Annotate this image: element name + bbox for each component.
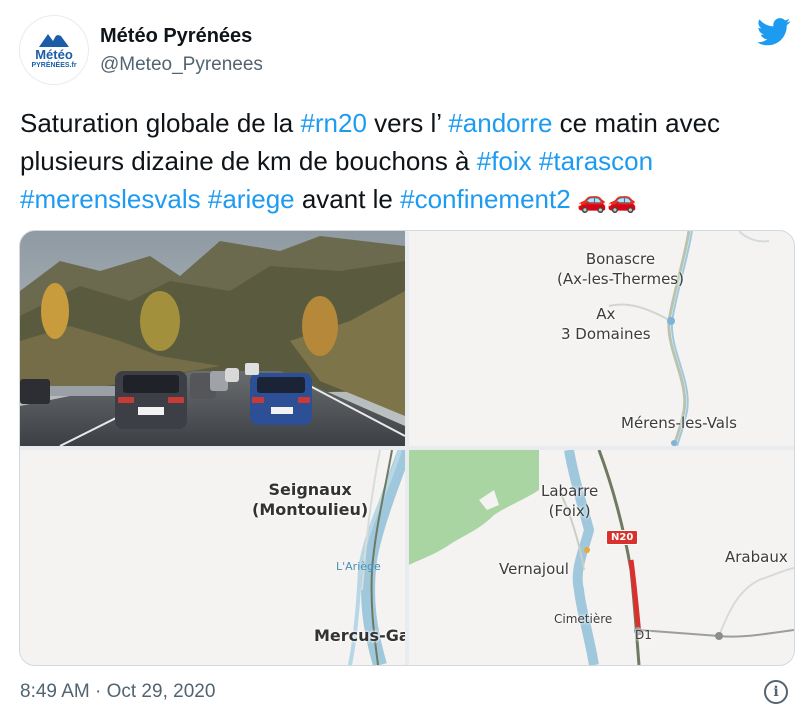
map-ax-les-thermes[interactable]: Bonascre (Ax-les-Thermes) Ax 3 Domaines Mé… [409,231,794,446]
photo-traffic-jam[interactable] [20,231,405,446]
car-emoji: 🚗🚗 [570,187,638,214]
mountain-icon [39,31,69,47]
road-shield-n20: N20 [606,530,639,545]
media-grid[interactable]: Bonascre (Ax-les-Thermes) Ax 3 Domaines Mé… [19,230,795,666]
twitter-bird-icon[interactable] [757,18,791,46]
avatar-logo-subtext: PYRÉNÉES.fr [31,61,77,69]
map-label-labarre: Labarre (Foix) [541,482,599,520]
map-label-mercus: Mercus-Ga [314,626,405,645]
tweet-timestamp[interactable]: 8:49 AM · Oct 29, 2020 [20,681,215,703]
author-handle[interactable]: @Meteo_Pyrenees [100,54,263,76]
map-foix[interactable]: Labarre (Foix) N20 Vernajoul Arabaux Cime… [409,450,794,665]
map-montoulieu[interactable]: Seignaux (Montoulieu) L'Ariège Mercus-Ga [20,450,405,665]
hashtag-link[interactable]: #merenslesvals [20,184,201,214]
tweet-text-segment: avant le [294,184,401,214]
tweet-text-segment [532,146,539,176]
hashtag-link[interactable]: #rn20 [300,108,367,138]
map-label-seignaux: Seignaux (Montoulieu) [252,480,369,519]
hashtag-link[interactable]: #foix [477,146,532,176]
author-name[interactable]: Météo Pyrénées [100,25,252,48]
map-label-arabaux: Arabaux [725,548,788,566]
tweet: Météo PYRÉNÉES.fr Météo Pyrénées @Meteo_… [0,0,807,720]
info-icon[interactable]: i [764,680,788,704]
hashtag-link[interactable]: #confinement2 [400,184,571,214]
map-label-ariege: L'Ariège [336,560,381,573]
avatar[interactable]: Météo PYRÉNÉES.fr [20,16,88,84]
hashtag-link[interactable]: #tarascon [539,146,653,176]
hashtag-link[interactable]: #ariege [208,184,295,214]
avatar-logo-text: Météo [35,46,73,62]
map-label-ax-3-domaines: Ax 3 Domaines [561,305,651,343]
tweet-text: Saturation globale de la #rn20 vers l’ #… [20,104,790,220]
map-label-d1: D1 [635,628,652,642]
map-label-bonascre: Bonascre (Ax-les-Thermes) [557,250,684,288]
map-label-vernajoul: Vernajoul [499,560,569,578]
tweet-text-segment: Saturation globale de la [20,108,301,138]
hashtag-link[interactable]: #andorre [448,108,552,138]
tweet-text-segment: vers l’ [366,108,449,138]
tweet-text-segment [201,184,208,214]
map-label-cimetiere: Cimetière [554,612,613,626]
map-label-merens: Mérens-les-Vals [621,414,737,432]
